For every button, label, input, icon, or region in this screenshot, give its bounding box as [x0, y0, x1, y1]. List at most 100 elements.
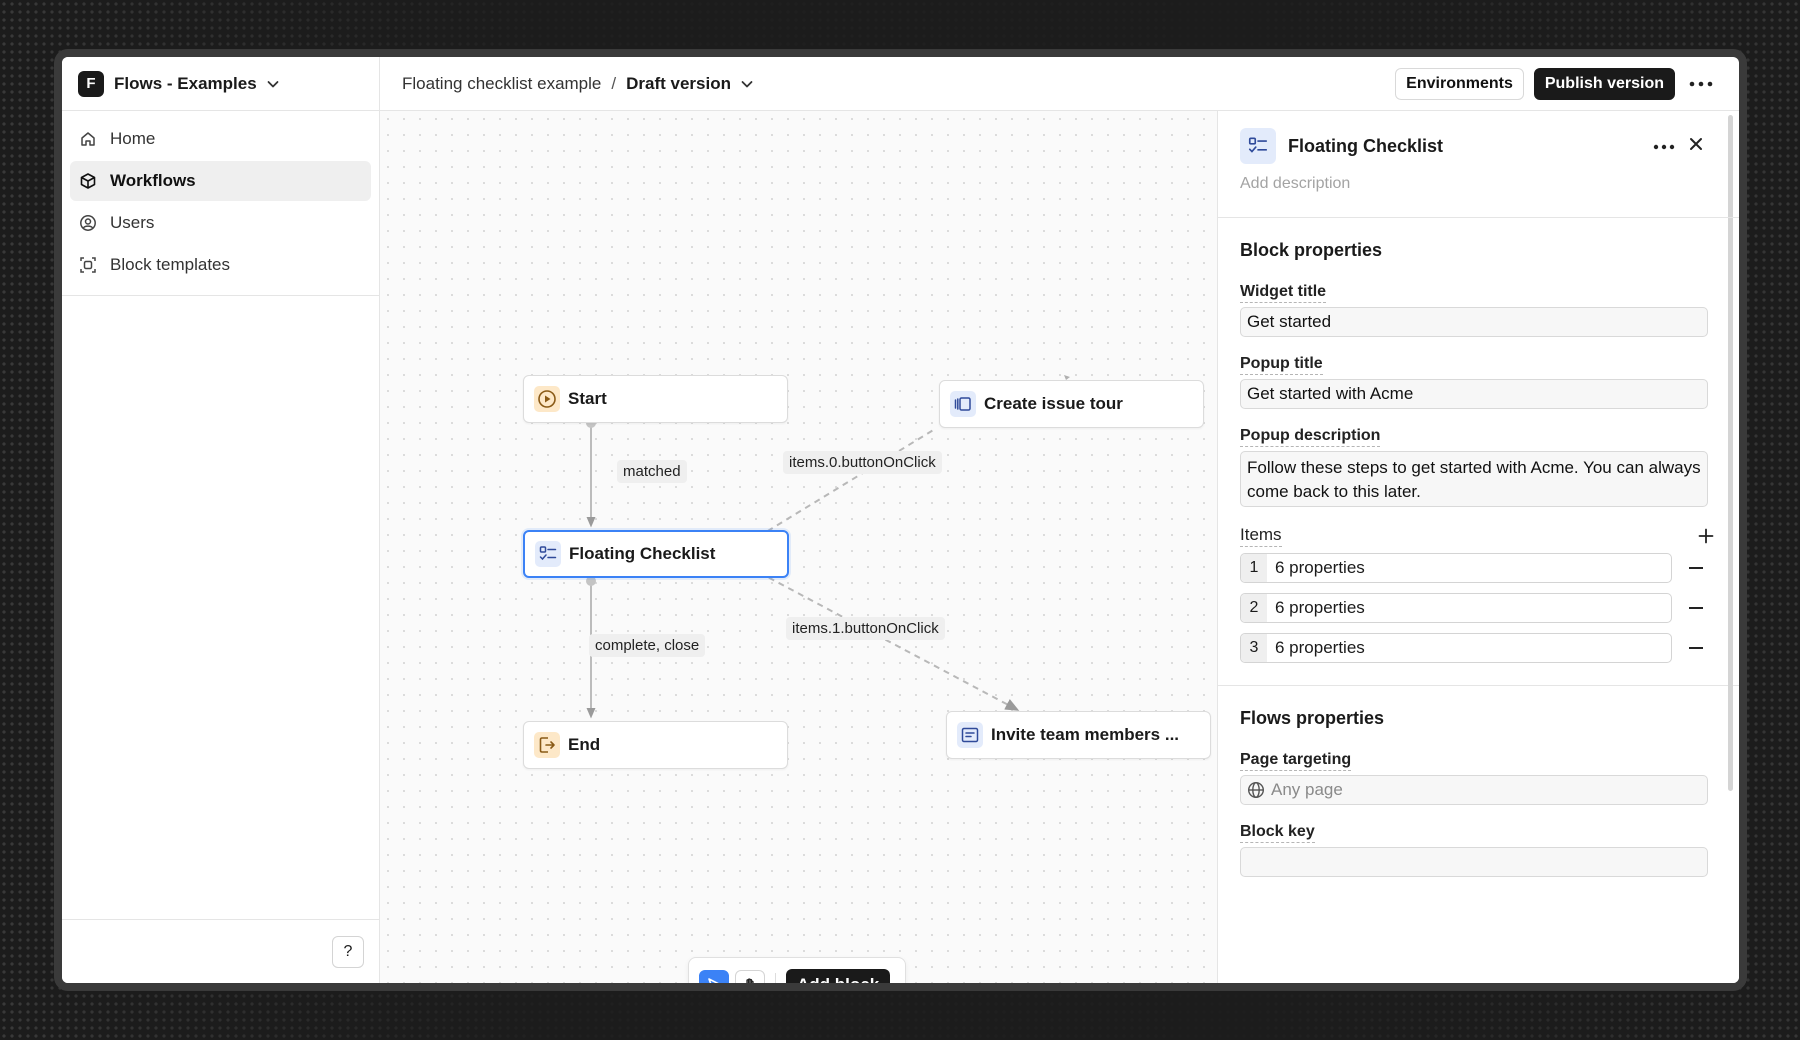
- tour-icon: [950, 391, 976, 417]
- breadcrumb-separator: /: [611, 73, 617, 93]
- pan-tool-hand-icon[interactable]: [735, 970, 765, 983]
- sidebar-item-users[interactable]: Users: [70, 203, 371, 243]
- sidebar-item-label: Users: [110, 213, 155, 232]
- close-icon[interactable]: [1689, 137, 1703, 156]
- edges-layer: [586, 375, 1070, 719]
- workspace-name: Flows - Examples: [114, 73, 257, 93]
- user-circle-icon: [78, 213, 98, 233]
- node-label: Invite team members ...: [991, 725, 1180, 744]
- more-options-icon[interactable]: [1685, 68, 1717, 100]
- chevron-down-icon: [741, 80, 753, 87]
- item-button[interactable]: 2 6 properties: [1240, 593, 1672, 623]
- list-item: 3 6 properties: [1240, 633, 1717, 663]
- environments-button[interactable]: Environments: [1395, 67, 1524, 100]
- node-create-issue-tour[interactable]: Create issue tour: [939, 380, 1204, 428]
- node-label: Floating Checklist: [569, 544, 716, 563]
- edge-label-complete-close: complete, close: [589, 634, 706, 657]
- select-tool-cursor-icon[interactable]: [699, 970, 729, 983]
- exit-icon: [534, 732, 560, 758]
- sidebar-item-home[interactable]: Home: [70, 119, 371, 159]
- panel-title: Floating Checklist: [1288, 135, 1444, 156]
- page-targeting-input[interactable]: Any page: [1240, 775, 1708, 805]
- block-properties-panel: Floating Checklist Add description Block…: [1218, 111, 1739, 983]
- node-label: Create issue tour: [984, 394, 1123, 413]
- edge-label-items-0: items.0.buttonOnClick: [783, 451, 942, 474]
- items-header: Items: [1240, 525, 1717, 547]
- add-block-button[interactable]: Add block: [786, 969, 891, 983]
- toolbar-divider: [775, 973, 776, 983]
- chevron-down-icon: [267, 80, 279, 87]
- sidebar-nav: Home Workflows Users Block templates: [62, 111, 379, 296]
- topbar-actions: Environments Publish version: [1395, 67, 1717, 100]
- page-targeting-placeholder: Any page: [1271, 780, 1343, 799]
- remove-item-minus-icon[interactable]: [1686, 558, 1706, 578]
- workflow-canvas[interactable]: Start Floating Checklist End Create issu…: [380, 111, 1218, 983]
- home-icon: [78, 129, 98, 149]
- field-label: Widget title: [1240, 283, 1327, 303]
- field-label: Page targeting: [1240, 751, 1352, 771]
- block-properties-section: Block properties Widget title Get starte…: [1218, 218, 1739, 663]
- popup-title-field-group: Popup title Get started with Acme: [1240, 355, 1717, 409]
- edge-label-items-1: items.1.buttonOnClick: [786, 617, 945, 640]
- publish-version-button[interactable]: Publish version: [1533, 67, 1675, 100]
- node-start[interactable]: Start: [523, 375, 788, 423]
- node-floating-checklist[interactable]: Floating Checklist: [523, 530, 789, 578]
- node-end[interactable]: End: [523, 721, 788, 769]
- sidebar-item-label: Home: [110, 129, 156, 148]
- field-label: Popup description: [1240, 427, 1381, 447]
- template-icon: [78, 255, 98, 275]
- list-item: 1 6 properties: [1240, 553, 1717, 583]
- add-item-plus-icon[interactable]: [1695, 525, 1717, 547]
- popup-description-textarea[interactable]: Follow these steps to get started with A…: [1240, 451, 1708, 507]
- item-button[interactable]: 1 6 properties: [1240, 553, 1672, 583]
- section-title: Block properties: [1240, 240, 1383, 260]
- remove-item-minus-icon[interactable]: [1686, 598, 1706, 618]
- sidebar: F Flows - Examples Home Workflows Users …: [62, 57, 380, 983]
- item-button[interactable]: 3 6 properties: [1240, 633, 1672, 663]
- play-circle-icon: [534, 386, 560, 412]
- item-index: 3: [1241, 634, 1267, 662]
- panel-header: Floating Checklist Add description: [1218, 111, 1739, 218]
- field-label: Block key: [1240, 823, 1315, 843]
- sidebar-item-workflows[interactable]: Workflows: [70, 161, 371, 201]
- checklist-icon: [535, 541, 561, 567]
- breadcrumb-parent[interactable]: Floating checklist example: [402, 74, 601, 94]
- block-key-input[interactable]: [1240, 847, 1708, 877]
- more-options-icon[interactable]: [1653, 137, 1675, 155]
- help-button[interactable]: ?: [332, 936, 364, 968]
- app-window: F Flows - Examples Home Workflows Users …: [62, 57, 1739, 983]
- sidebar-item-label: Workflows: [110, 171, 196, 190]
- node-label: End: [568, 735, 601, 754]
- panel-header-actions: [1653, 137, 1717, 156]
- sidebar-item-block-templates[interactable]: Block templates: [70, 245, 371, 285]
- widget-title-field-group: Widget title Get started: [1240, 283, 1717, 337]
- section-title: Flows properties: [1240, 708, 1385, 728]
- workspace-logo: F: [78, 70, 104, 97]
- globe-icon: [1247, 781, 1265, 799]
- node-label: Start: [568, 389, 607, 408]
- topbar: Floating checklist example / Draft versi…: [380, 57, 1739, 111]
- block-key-field-group: Block key: [1240, 823, 1717, 877]
- flows-properties-section: Flows properties Page targeting Any page…: [1218, 686, 1739, 877]
- sidebar-item-label: Block templates: [110, 255, 230, 274]
- item-summary: 6 properties: [1275, 598, 1365, 617]
- modal-icon: [957, 722, 983, 748]
- item-summary: 6 properties: [1275, 558, 1365, 577]
- item-index: 1: [1241, 554, 1267, 582]
- checklist-icon: [1240, 128, 1276, 164]
- item-index: 2: [1241, 594, 1267, 622]
- canvas-toolbar: Add block: [688, 957, 906, 983]
- widget-title-input[interactable]: Get started: [1240, 307, 1708, 337]
- description-input[interactable]: Add description: [1240, 175, 1717, 193]
- sidebar-footer: ?: [62, 919, 380, 983]
- item-summary: 6 properties: [1275, 638, 1365, 657]
- edge-label-matched: matched: [617, 460, 687, 483]
- popup-description-field-group: Popup description Follow these steps to …: [1240, 427, 1717, 507]
- workspace-switcher[interactable]: F Flows - Examples: [62, 57, 379, 111]
- version-selector[interactable]: Draft version: [626, 74, 755, 94]
- popup-title-input[interactable]: Get started with Acme: [1240, 379, 1708, 409]
- field-label: Items: [1240, 525, 1282, 547]
- remove-item-minus-icon[interactable]: [1686, 638, 1706, 658]
- node-invite-team-members[interactable]: Invite team members ...: [946, 711, 1211, 759]
- list-item: 2 6 properties: [1240, 593, 1717, 623]
